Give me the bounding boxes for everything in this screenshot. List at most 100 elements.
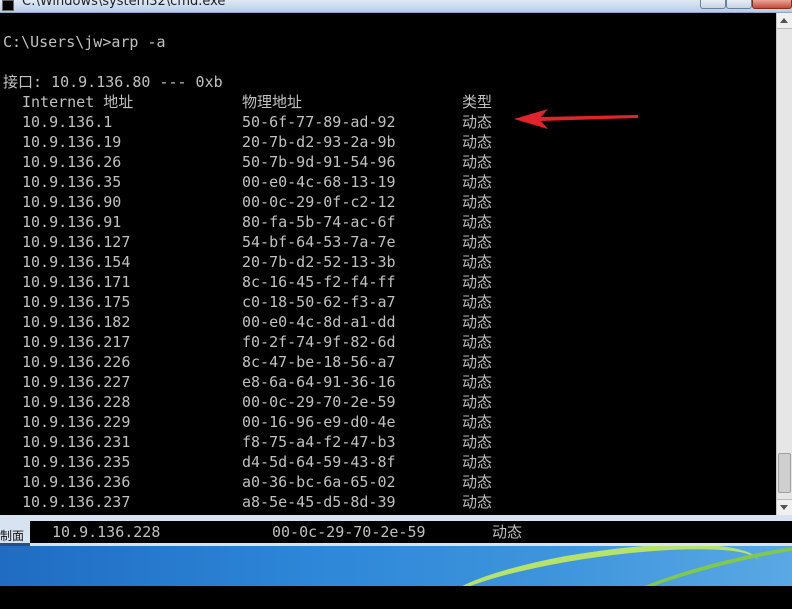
- cell-type: 动态: [462, 193, 493, 211]
- cell-mac: 00-0c-29-70-2e-59: [272, 523, 426, 541]
- arp-row: 10.9.136.35 00-e0-4c-68-13-19 动态: [0, 172, 776, 192]
- maximize-button[interactable]: [726, 0, 752, 9]
- header-mac: 物理地址: [242, 93, 303, 111]
- cell-mac: 00-e0-4c-8d-a1-dd: [242, 313, 396, 331]
- arp-row: 10.9.136.228 00-0c-29-70-2e-59 动态: [0, 392, 776, 412]
- cell-ip: 10.9.136.175: [22, 293, 131, 311]
- cell-mac: e8-6a-64-91-36-16: [242, 373, 396, 391]
- cell-mac: 8c-16-45-f2-f4-ff: [242, 273, 396, 291]
- scroll-up-button[interactable]: [777, 13, 792, 29]
- interface-line: 接口: 10.9.136.80 --- 0xb: [3, 73, 223, 91]
- console-output[interactable]: C:\Users\jw>arp -a 接口: 10.9.136.80 --- 0…: [0, 13, 776, 515]
- cell-type: 动态: [462, 453, 493, 471]
- cell-type: 动态: [462, 413, 493, 431]
- cell-ip: 10.9.136.227: [22, 373, 131, 391]
- arp-row: 10.9.136.226 8c-47-be-18-56-a7 动态: [0, 352, 776, 372]
- cell-ip: 10.9.136.90: [22, 193, 122, 211]
- cell-mac: c0-18-50-62-f3-a7: [242, 293, 396, 311]
- cell-mac: f8-75-a4-f2-47-b3: [242, 433, 396, 451]
- title-bar: C:\Windows\system32\cmd.exe: [0, 0, 792, 13]
- cell-ip: 10.9.136.235: [22, 453, 131, 471]
- arp-row: 10.9.136.229 00-16-96-e9-d0-4e 动态: [0, 412, 776, 432]
- cell-type: 动态: [462, 493, 493, 511]
- cell-mac: 50-6f-77-89-ad-92: [242, 113, 396, 131]
- cell-type: 动态: [462, 273, 493, 291]
- close-button[interactable]: [752, 0, 792, 9]
- cell-type: 动态: [462, 253, 493, 271]
- cell-mac: f0-2f-74-9f-82-6d: [242, 333, 396, 351]
- cell-mac: a8-5e-45-d5-8d-39: [242, 493, 396, 511]
- cell-mac: 80-fa-5b-74-ac-6f: [242, 213, 396, 231]
- arrow-down-icon: [780, 505, 788, 510]
- header-type: 类型: [462, 93, 493, 111]
- desktop-background: [0, 546, 792, 586]
- arp-row: 10.9.136.175 c0-18-50-62-f3-a7 动态: [0, 292, 776, 312]
- arp-row: 10.9.136.127 54-bf-64-53-7a-7e 动态: [0, 232, 776, 252]
- cell-type: 动态: [462, 313, 493, 331]
- arp-row: 10.9.136.171 8c-16-45-f2-f4-ff 动态: [0, 272, 776, 292]
- cell-mac: 50-7b-9d-91-54-96: [242, 153, 396, 171]
- cell-type: 动态: [462, 133, 493, 151]
- cell-mac: 20-7b-d2-93-2a-9b: [242, 133, 396, 151]
- command-prompt: C:\Users\jw>arp -a: [3, 33, 166, 51]
- cell-ip: 10.9.136.231: [22, 433, 131, 451]
- scroll-down-button[interactable]: [777, 499, 792, 515]
- cell-mac: 00-16-96-e9-d0-4e: [242, 413, 396, 431]
- cell-type: 动态: [462, 393, 493, 411]
- cell-type: 动态: [462, 153, 493, 171]
- arp-row: 10.9.136.236 a0-36-bc-6a-65-02 动态: [0, 472, 776, 492]
- arp-row: 10.9.136.154 20-7b-d2-52-13-3b 动态: [0, 252, 776, 272]
- cell-ip: 10.9.136.226: [22, 353, 131, 371]
- background-console-row[interactable]: 10.9.136.228 00-0c-29-70-2e-59 动态: [30, 521, 792, 543]
- window-title: C:\Windows\system32\cmd.exe: [22, 0, 226, 9]
- vertical-scrollbar[interactable]: [776, 13, 792, 515]
- cell-ip: 10.9.136.236: [22, 473, 131, 491]
- cell-type: 动态: [462, 213, 493, 231]
- arp-row: 10.9.136.237 a8-5e-45-d5-8d-39 动态: [0, 492, 776, 512]
- cell-ip: 10.9.136.127: [22, 233, 131, 251]
- arrow-up-icon: [780, 18, 788, 23]
- header-ip: Internet 地址: [22, 93, 134, 111]
- cell-ip: 10.9.136.182: [22, 313, 131, 331]
- background-window-label: 制面: [0, 529, 25, 543]
- cell-type: 动态: [462, 433, 493, 451]
- cell-type: 动态: [462, 353, 493, 371]
- cell-type: 动态: [462, 233, 493, 251]
- arp-table-header: Internet 地址 物理地址 类型: [0, 92, 776, 112]
- cell-ip: 10.9.136.1: [22, 113, 113, 131]
- cell-ip: 10.9.136.26: [22, 153, 122, 171]
- cell-ip: 10.9.136.229: [22, 413, 131, 431]
- arp-row: 10.9.136.19 20-7b-d2-93-2a-9b 动态: [0, 132, 776, 152]
- cell-ip: 10.9.136.171: [22, 273, 131, 291]
- cell-mac: 00-0c-29-70-2e-59: [242, 393, 396, 411]
- arp-row: 10.9.136.1 50-6f-77-89-ad-92 动态: [0, 112, 776, 132]
- cell-mac: 20-7b-d2-52-13-3b: [242, 253, 396, 271]
- cell-ip: 10.9.136.35: [22, 173, 122, 191]
- arp-row: 10.9.136.227 e8-6a-64-91-36-16 动态: [0, 372, 776, 392]
- cell-ip: 10.9.136.228: [52, 523, 161, 541]
- cell-ip: 10.9.136.154: [22, 253, 131, 271]
- cell-type: 动态: [462, 293, 493, 311]
- cell-type: 动态: [462, 173, 493, 191]
- cell-mac: 54-bf-64-53-7a-7e: [242, 233, 396, 251]
- cell-mac: d4-5d-64-59-43-8f: [242, 453, 396, 471]
- cell-ip: 10.9.136.228: [22, 393, 131, 411]
- arp-row: 10.9.136.217 f0-2f-74-9f-82-6d 动态: [0, 332, 776, 352]
- cell-mac: 8c-47-be-18-56-a7: [242, 353, 396, 371]
- scroll-thumb[interactable]: [778, 453, 791, 493]
- cell-ip: 10.9.136.19: [22, 133, 122, 151]
- cell-ip: 10.9.136.217: [22, 333, 131, 351]
- arp-row: 10.9.136.235 d4-5d-64-59-43-8f 动态: [0, 452, 776, 472]
- cell-mac: 00-0c-29-0f-c2-12: [242, 193, 396, 211]
- arp-row: 10.9.136.90 00-0c-29-0f-c2-12 动态: [0, 192, 776, 212]
- arp-row: 10.9.136.182 00-e0-4c-8d-a1-dd 动态: [0, 312, 776, 332]
- cell-ip: 10.9.136.237: [22, 493, 131, 511]
- cell-type: 动态: [462, 333, 493, 351]
- cell-mac: 00-e0-4c-68-13-19: [242, 173, 396, 191]
- cell-type: 动态: [462, 373, 493, 391]
- arp-row: 10.9.136.231 f8-75-a4-f2-47-b3 动态: [0, 432, 776, 452]
- arp-row: 10.9.136.91 80-fa-5b-74-ac-6f 动态: [0, 212, 776, 232]
- cell-type: 动态: [462, 473, 493, 491]
- cell-ip: 10.9.136.91: [22, 213, 122, 231]
- minimize-button[interactable]: [700, 0, 726, 9]
